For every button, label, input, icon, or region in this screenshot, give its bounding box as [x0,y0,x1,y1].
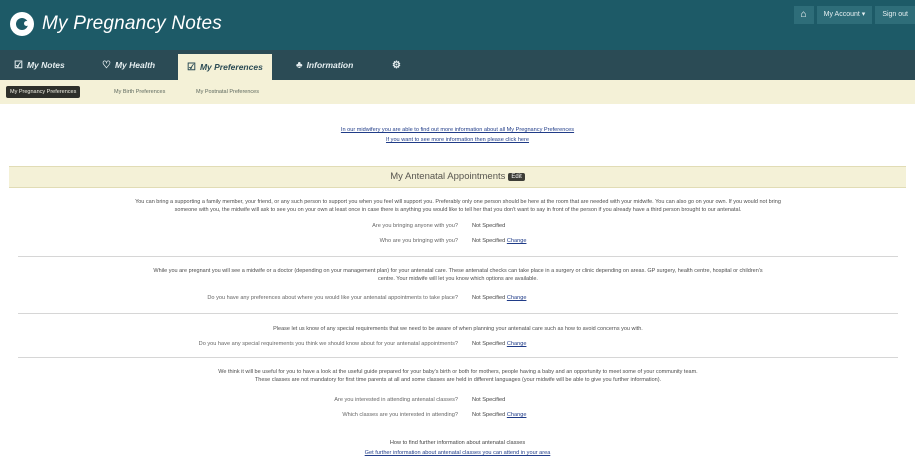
info-link[interactable]: In our midwifery you are able to find ou… [0,127,915,133]
answer-text: Not Specified [472,412,506,418]
requirements-paragraph: Please let us know of any special requir… [273,326,643,332]
classes-paragraph-cont: These classes are not mandatory for firs… [254,377,662,383]
account-menu: ⌂ My Account ▾ Sign out [793,6,915,24]
change-link[interactable]: Change [507,412,527,418]
change-link[interactable]: Change [507,238,527,244]
nav-label: My Notes [26,60,65,70]
heart-icon: ♡ [102,60,111,71]
nav-my-preferences[interactable]: ☑ My Preferences [178,54,272,80]
classes-info-heading: How to find further information about an… [389,440,526,446]
change-link[interactable]: Change [507,295,527,301]
answer-text: Not Specified [472,341,506,347]
question-label: Are you bringing anyone with you? [372,223,458,229]
answer-value: Not Specified [472,223,506,229]
answer-value: Not Specified Change [472,238,526,244]
nav-settings[interactable]: ⚙ [392,50,405,80]
divider [18,357,898,358]
nav-label: My Preferences [199,62,263,72]
subtab-postnatal-preferences[interactable]: My Postnatal Preferences [196,86,259,98]
divider [18,256,898,257]
change-link[interactable]: Change [507,341,527,347]
gear-icon: ⚙ [392,60,401,71]
nav-information[interactable]: ♣ Information [296,50,353,80]
classes-paragraph: We think it will be useful for you to ha… [218,369,698,375]
nav-label: My Health [114,60,156,70]
intro-paragraph-cont: someone with you, the midwife will ask t… [174,207,742,213]
answer-text: Not Specified [472,238,506,244]
nav-label: Information [306,60,354,70]
section-title: My Antenatal Appointments Edit [9,171,906,182]
question-label: Do you have any preferences about where … [207,295,458,301]
people-icon: ♣ [296,60,303,71]
edit-button[interactable]: Edit [508,173,525,181]
question-label: Who are you bringing with you? [379,238,458,244]
notes-icon: ☑ [14,60,23,71]
home-icon[interactable]: ⌂ [793,6,814,24]
section-title-text: My Antenatal Appointments [390,171,506,182]
section-header: My Antenatal Appointments Edit [9,166,906,188]
intro-paragraph: You can bring a supporting a family memb… [135,199,781,205]
answer-value: Not Specified Change [472,341,526,347]
my-account-button[interactable]: My Account ▾ [816,6,873,24]
nav-my-notes[interactable]: ☑ My Notes [14,50,65,80]
app-title[interactable]: My Pregnancy Notes [42,13,222,35]
divider [18,313,898,314]
subtab-pregnancy-preferences[interactable]: My Pregnancy Preferences [6,86,81,98]
sub-nav: My Pregnancy Preferences My Birth Prefer… [0,80,915,104]
main-nav: ☑ My Notes ♡ My Health ☑ My Preferences ♣ In… [0,50,915,80]
sign-out-button[interactable]: Sign out [875,6,915,24]
answer-value: Not Specified Change [472,412,526,418]
checklist-icon: ☑ [187,62,196,73]
answer-text: Not Specified [472,295,506,301]
more-info-link[interactable]: If you want to see more information then… [0,137,915,143]
classes-info-link[interactable]: Get further information about antenatal … [0,450,915,456]
logo-icon[interactable] [10,12,34,36]
app-header: My Pregnancy Notes ⌂ My Account ▾ Sign o… [0,0,915,50]
location-paragraph: While you are pregnant you will see a mi… [153,268,763,274]
answer-value: Not Specified Change [472,295,526,301]
question-label: Which classes are you interested in atte… [342,412,458,418]
question-label: Are you interested in attending antenata… [334,397,458,403]
answer-value: Not Specified [472,397,506,403]
nav-my-health[interactable]: ♡ My Health [102,50,155,80]
location-paragraph-cont: centre. Your midwife will let you know w… [378,276,538,282]
subtab-birth-preferences[interactable]: My Birth Preferences [114,86,165,98]
question-label: Do you have any special requirements you… [198,341,458,347]
